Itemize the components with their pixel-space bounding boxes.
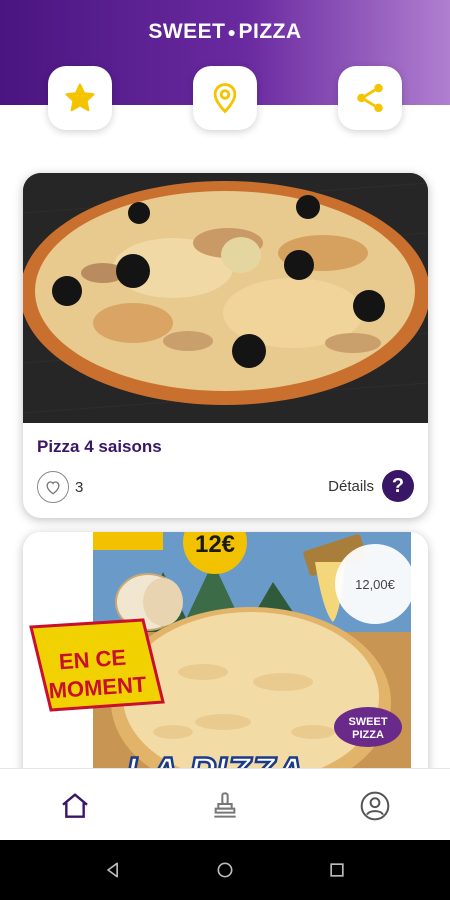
back-icon[interactable] (101, 858, 125, 882)
nav-loyalty-stamp[interactable] (208, 789, 242, 823)
like-count: 3 (75, 478, 84, 496)
bottom-navigation (0, 768, 450, 840)
nav-home[interactable] (58, 789, 92, 823)
promo-banner-line1: EN CE (58, 645, 127, 675)
price-bubble: 12,00€ (335, 544, 415, 624)
pizza-logo-icon: ● (227, 24, 237, 41)
logo-text-right: PIZZA (238, 20, 302, 43)
promo-brand-line1: SWEET (348, 716, 387, 728)
pizza-name: Pizza 4 saisons (37, 437, 162, 456)
home-circle-icon[interactable] (213, 858, 237, 882)
promo-price-badge: 12€ (195, 532, 235, 558)
pizza-photo (23, 173, 428, 423)
promo-card[interactable]: 12€ EN CE MOMENT SWEET PIZZA LA PIZZA 12… (23, 532, 428, 768)
profile-icon[interactable] (359, 790, 391, 822)
nav-profile[interactable] (358, 789, 392, 823)
details-link[interactable]: Détails ? (328, 470, 414, 502)
logo-text-left: SWEET (148, 20, 226, 43)
promo-brand-line2: PIZZA (352, 729, 384, 741)
pizza-list[interactable]: Pizza 4 saisons 3 Détails ? 12€ EN CE MO… (0, 105, 450, 768)
promo-headline: LA PIZZA (126, 750, 305, 768)
like-control[interactable]: 3 (37, 471, 83, 503)
recents-square-icon[interactable] (325, 858, 349, 882)
home-icon[interactable] (59, 790, 91, 822)
pizza-card[interactable]: Pizza 4 saisons 3 Détails ? (23, 173, 428, 518)
stamp-icon[interactable] (209, 790, 241, 822)
question-mark-icon[interactable]: ? (382, 470, 414, 502)
details-label[interactable]: Détails (328, 478, 374, 495)
heart-icon[interactable] (37, 471, 69, 503)
app-logo: SWEET ●PIZZA (0, 20, 450, 44)
android-navigation-bar (0, 840, 450, 900)
